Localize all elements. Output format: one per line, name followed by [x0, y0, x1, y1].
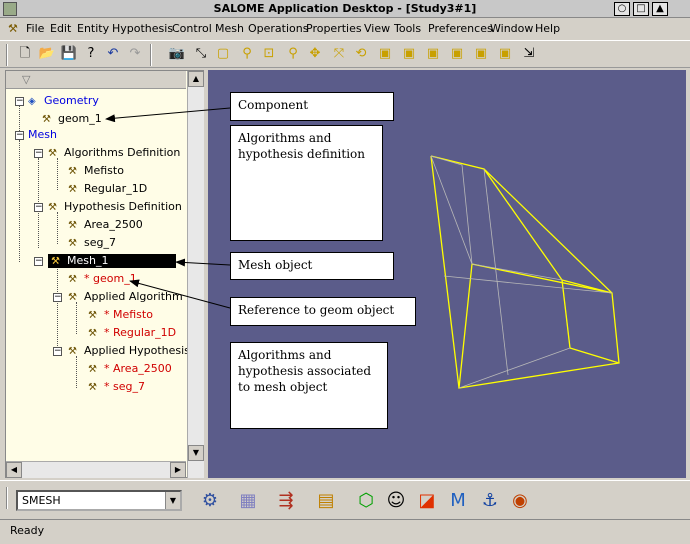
callout-associated: Algorithms and hypothesis associated to … [230, 342, 388, 429]
geometry-module-icon[interactable]: ⚙ [196, 487, 224, 515]
smile-module-icon[interactable]: ☺ [382, 487, 410, 515]
callout-component: Component [230, 92, 394, 121]
supervisor-module-icon[interactable]: ⇶ [272, 487, 300, 515]
catalog-module-icon[interactable]: M [444, 487, 472, 515]
med-module-icon[interactable]: ⬡ [352, 487, 380, 515]
callout-algorithms-hypothesis-definition: Algorithms and hypothesis definition [230, 125, 383, 241]
module-selector[interactable]: SMESH ▼ [16, 490, 182, 511]
module-toolbar: SMESH ▼ ⚙ ▦ ⇶ ▤ ⬡ ☺ ◪ M ⚓ ◉ [0, 480, 690, 518]
status-bar: Ready [0, 519, 690, 544]
mesh-module-icon[interactable]: ▦ [234, 487, 262, 515]
chevron-down-icon[interactable]: ▼ [165, 492, 180, 509]
callout-reference-geom: Reference to geom object [230, 297, 416, 326]
eye-module-icon[interactable]: ◉ [506, 487, 534, 515]
callout-mesh-object: Mesh object [230, 252, 394, 280]
toolbar-separator [6, 487, 8, 509]
visu-module-icon[interactable]: ◪ [413, 487, 441, 515]
status-text: Ready [10, 524, 45, 537]
anchor-module-icon[interactable]: ⚓ [476, 487, 504, 515]
post-pro-module-icon[interactable]: ▤ [312, 487, 340, 515]
module-selector-value: SMESH [22, 494, 61, 507]
